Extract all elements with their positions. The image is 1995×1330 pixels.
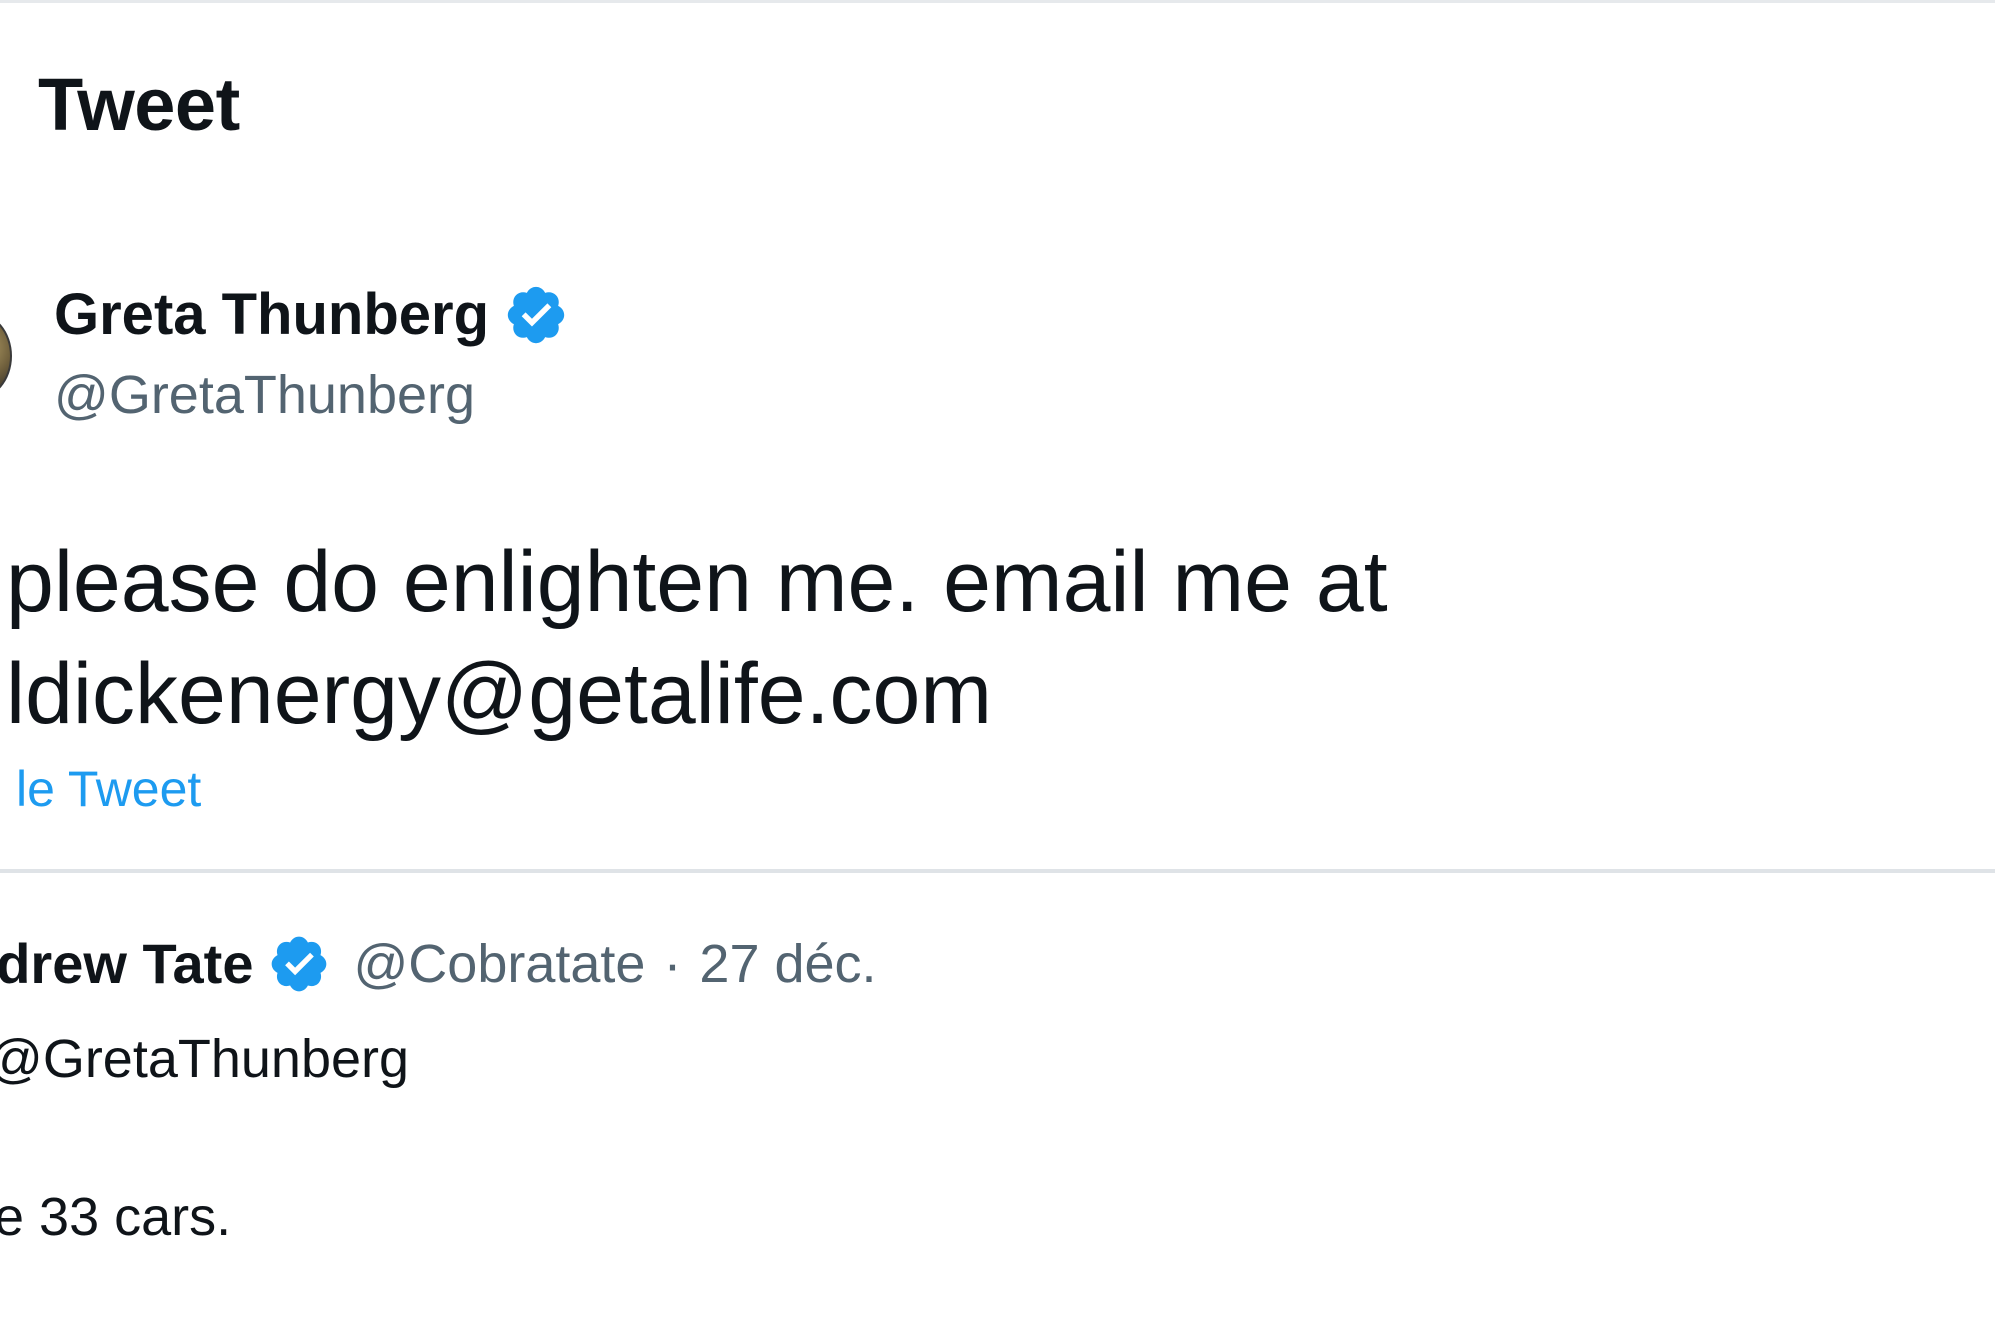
reply-header: ndrew Tate @Cobratate · 27 déc. [0,932,877,996]
verified-badge-icon [507,286,565,344]
author-name-row[interactable]: Greta Thunberg [54,282,569,348]
reply-author-handle[interactable]: @Cobratate [353,937,645,991]
tweet-text-line: please do enlighten me. email me at [6,534,1388,630]
verified-badge-icon [272,936,327,992]
author-name[interactable]: Greta Thunberg [54,286,489,344]
avatar[interactable] [0,312,12,400]
reply-text: e 33 cars. [0,1187,232,1247]
top-border [0,0,1995,3]
reply-author-name[interactable]: ndrew Tate [0,936,253,992]
tweet-page: Tweet Greta Thunberg @GretaThunberg plea… [0,0,1995,1330]
divider [0,869,1995,873]
reply-mention[interactable]: @GretaThunberg [0,1032,409,1086]
separator-dot: · [663,934,682,994]
tweet-text: please do enlighten me. email me at ldic… [6,526,1388,750]
reply-timestamp[interactable]: 27 déc. [699,937,876,991]
tweet-text-line: ldickenergy@getalife.com [6,646,992,742]
translate-tweet-link[interactable]: le Tweet [16,764,201,814]
page-title: Tweet [38,63,240,146]
author-handle[interactable]: @GretaThunberg [54,368,475,422]
